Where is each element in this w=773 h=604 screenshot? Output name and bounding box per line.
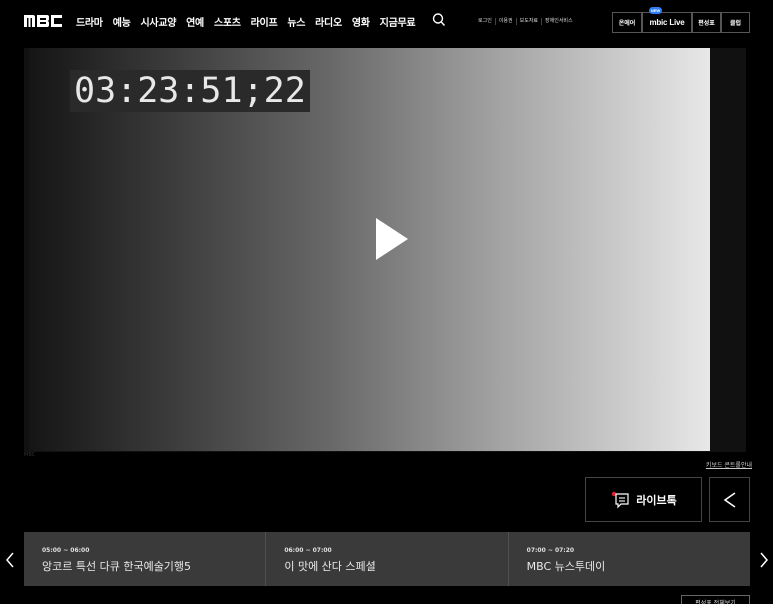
main-nav: 드라마 예능 시사교양 연예 스포츠 라이프 뉴스 라디오 영화 지금무료 <box>76 14 416 29</box>
club-button[interactable]: 클럽 <box>721 12 750 33</box>
nav-item-movie[interactable]: 영화 <box>352 14 370 29</box>
top-header: 드라마 예능 시사교양 연예 스포츠 라이프 뉴스 라디오 영화 지금무료 로그… <box>0 0 773 44</box>
schedule-prev-arrow[interactable] <box>5 552 15 568</box>
mbic-live-button[interactable]: mbic Live <box>642 12 692 33</box>
schedule-next-arrow[interactable] <box>759 552 769 568</box>
utility-links: 로그인 이용권 보도자료 장애인서비스 <box>478 18 576 25</box>
nav-item-news[interactable]: 뉴스 <box>287 14 305 29</box>
accessibility-link[interactable]: 장애인서비스 <box>541 18 576 25</box>
nav-item-sports[interactable]: 스포츠 <box>214 14 241 29</box>
schedule-item[interactable]: 05:00 ~ 06:00 앙코르 특선 다큐 한국예술기행5 <box>24 532 265 586</box>
nav-item-celebrity[interactable]: 연예 <box>186 14 204 29</box>
schedule-title: 이 맛에 산다 스페셜 <box>284 560 376 573</box>
player-watermark: MBC <box>24 452 36 458</box>
nav-item-drama[interactable]: 드라마 <box>76 14 103 29</box>
pass-link[interactable]: 이용권 <box>494 18 516 25</box>
schedule-item[interactable]: 07:00 ~ 07:20 MBC 뉴스투데이 <box>507 532 750 586</box>
chat-icon <box>612 491 629 508</box>
schedule-item[interactable]: 06:00 ~ 07:00 이 맛에 산다 스페셜 <box>265 532 507 586</box>
share-button[interactable] <box>709 477 750 522</box>
video-frame[interactable]: 03:23:51;22 <box>29 48 710 451</box>
full-schedule-button[interactable]: 편성표 전체보기 <box>681 595 750 604</box>
onair-button[interactable]: 온에어 <box>612 12 642 33</box>
live-talk-label: 라이브톡 <box>636 493 677 507</box>
nav-item-current-affairs[interactable]: 시사교양 <box>141 14 177 29</box>
nav-item-free-now[interactable]: 지금무료 <box>380 14 416 29</box>
login-link[interactable]: 로그인 <box>478 18 495 25</box>
schedule-time: 06:00 ~ 07:00 <box>284 547 332 554</box>
schedule-time: 07:00 ~ 07:20 <box>526 547 575 554</box>
schedule-strip: 05:00 ~ 06:00 앙코르 특선 다큐 한국예술기행5 06:00 ~ … <box>24 532 750 586</box>
nav-item-life[interactable]: 라이프 <box>251 14 278 29</box>
mbc-logo[interactable] <box>24 13 62 29</box>
live-talk-button[interactable]: 라이브톡 <box>585 477 702 522</box>
nav-item-entertainment[interactable]: 예능 <box>113 14 131 29</box>
schedule-time: 05:00 ~ 06:00 <box>42 547 90 554</box>
keyboard-control-guide-link[interactable]: 키보드 콘트롤안내 <box>706 460 752 469</box>
share-icon <box>723 491 735 508</box>
nav-item-radio[interactable]: 라디오 <box>315 14 342 29</box>
schedule-title: MBC 뉴스투데이 <box>526 560 606 573</box>
timecode-overlay: 03:23:51;22 <box>70 70 310 112</box>
schedule-button[interactable]: 편성표 <box>692 12 721 33</box>
search-icon[interactable] <box>432 12 446 28</box>
new-badge: NEW <box>649 7 662 14</box>
press-link[interactable]: 보도자료 <box>515 18 541 25</box>
schedule-title: 앙코르 특선 다큐 한국예술기행5 <box>42 560 192 573</box>
play-icon[interactable] <box>376 218 408 260</box>
video-player[interactable]: 03:23:51;22 <box>24 48 746 452</box>
